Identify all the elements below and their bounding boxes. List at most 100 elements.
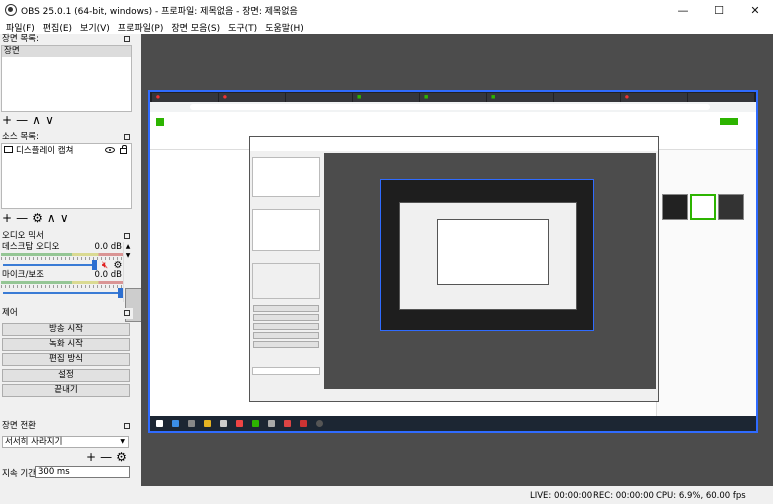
remove-source-button[interactable]: —	[16, 212, 28, 224]
menu-view[interactable]: 보기(V)	[76, 21, 114, 34]
window-title: OBS 25.0.1 (64-bit, windows) - 프로파일: 제목없…	[21, 6, 298, 17]
eye-icon[interactable]	[105, 146, 115, 153]
mixer-channel-desktop: 데스크탑 오디오 0.0 dB	[1, 242, 123, 252]
float-icon[interactable]	[124, 423, 130, 429]
start-recording-button[interactable]: 녹화 시작	[2, 338, 130, 351]
transitions-dock-title: 장면 전환	[0, 421, 133, 432]
close-button[interactable]: ✕	[737, 0, 773, 20]
mixer-scrollbar[interactable]: ▲ ▼	[123, 242, 151, 322]
thumbnail-image	[662, 194, 688, 220]
float-icon[interactable]	[124, 310, 130, 316]
float-icon[interactable]	[124, 134, 130, 140]
move-source-up-button[interactable]: ∧	[47, 212, 56, 224]
captured-sources-list	[252, 209, 320, 251]
source-item[interactable]: 디스플레이 캡쳐	[2, 144, 131, 156]
taskbar-app-icon	[268, 420, 275, 427]
add-source-button[interactable]: +	[2, 212, 12, 224]
start-streaming-button[interactable]: 방송 시작	[2, 323, 130, 336]
browser-tab-strip	[150, 92, 756, 102]
windows-taskbar	[150, 416, 756, 431]
browser-tab	[554, 93, 620, 102]
float-icon[interactable]	[124, 36, 130, 42]
duration-input[interactable]: 300 ms	[35, 466, 130, 478]
scenes-title: 장면 목록:	[2, 34, 39, 44]
transition-selected: 서서히 사라지기	[5, 437, 63, 447]
taskbar-app-icon	[252, 420, 259, 427]
blog-side-panel	[656, 150, 756, 418]
add-transition-button[interactable]: +	[86, 451, 96, 463]
menu-scene-collection[interactable]: 장면 모음(S)	[167, 21, 224, 34]
mixer-title: 오디오 믹서	[2, 231, 44, 241]
browser-tab	[420, 93, 486, 102]
sources-list[interactable]: 디스플레이 캡쳐	[1, 143, 132, 209]
obs-taskbar-icon	[316, 420, 323, 427]
volume-slider[interactable]	[3, 292, 118, 294]
menu-profile[interactable]: 프로파일(P)	[114, 21, 168, 34]
menu-bar: 파일(F) 편집(E) 보기(V) 프로파일(P) 장면 모음(S) 도구(T)…	[0, 20, 773, 34]
settings-button[interactable]: 설정	[2, 369, 130, 382]
captured-obs-window-3	[437, 219, 549, 285]
duration-label: 지속 기간	[2, 469, 36, 479]
rec-status: REC: 00:00:00	[593, 491, 654, 501]
channel-level: 0.0 dB	[94, 270, 122, 280]
captured-button	[253, 323, 319, 330]
captured-button	[253, 341, 319, 348]
scroll-down-arrow-icon[interactable]: ▼	[124, 251, 132, 260]
menu-edit[interactable]: 편집(E)	[39, 21, 76, 34]
captured-preview	[324, 153, 656, 389]
sources-title: 소스 목록:	[2, 132, 39, 142]
scenes-toolbar: + — ∧ ∨	[2, 114, 54, 126]
menu-tools[interactable]: 도구(T)	[224, 21, 261, 34]
move-scene-up-button[interactable]: ∧	[32, 114, 41, 126]
preview-canvas[interactable]	[148, 90, 758, 433]
scroll-up-arrow-icon[interactable]: ▲	[124, 242, 132, 251]
volume-meter	[1, 281, 123, 284]
remove-scene-button[interactable]: —	[16, 114, 28, 126]
captured-obs-window-2	[399, 202, 577, 310]
captured-menu-bar	[250, 145, 658, 151]
move-scene-down-button[interactable]: ∨	[45, 114, 54, 126]
volume-slider-row	[1, 288, 123, 298]
gear-icon[interactable]: ⚙	[113, 260, 123, 271]
sources-dock-title: 소스 목록:	[0, 132, 133, 143]
lock-icon[interactable]	[120, 145, 127, 154]
chevron-down-icon: ▼	[120, 438, 125, 445]
browser-tab	[353, 93, 419, 102]
source-properties-gear-icon[interactable]: ⚙	[32, 212, 43, 224]
exit-button[interactable]: 끝내기	[2, 384, 130, 397]
scenes-dock-title: 장면 목록:	[0, 34, 133, 45]
browser-address-bar	[150, 102, 756, 112]
captured-button	[253, 332, 319, 339]
scenes-list[interactable]: 장면	[1, 45, 132, 112]
transition-properties-gear-icon[interactable]: ⚙	[116, 451, 127, 463]
volume-slider[interactable]	[3, 264, 92, 266]
maximize-button[interactable]: ☐	[701, 0, 737, 20]
add-scene-button[interactable]: +	[2, 114, 12, 126]
minimize-button[interactable]: —	[665, 0, 701, 20]
mixer-channel-mic: 마이크/보조 0.0 dB	[1, 270, 123, 280]
scene-item[interactable]: 장면	[2, 46, 131, 57]
remove-transition-button[interactable]: —	[100, 451, 112, 463]
menu-file[interactable]: 파일(F)	[2, 21, 39, 34]
meter-scale	[1, 257, 123, 260]
captured-transition-select	[252, 367, 320, 375]
menu-help[interactable]: 도움말(H)	[261, 21, 308, 34]
status-bar: LIVE: 00:00:00 REC: 00:00:00 CPU: 6.9%, …	[0, 486, 773, 504]
channel-name: 데스크탑 오디오	[2, 242, 60, 252]
float-icon[interactable]	[124, 233, 130, 239]
blog-logo-icon	[156, 118, 164, 126]
browser-tab	[688, 93, 754, 102]
browser-tab	[487, 93, 553, 102]
channel-name: 마이크/보조	[2, 270, 44, 280]
volume-slider-handle[interactable]	[92, 260, 97, 270]
transition-select[interactable]: 서서히 사라지기 ▼	[2, 436, 129, 448]
thumbnail-image	[718, 194, 744, 220]
studio-mode-button[interactable]: 편집 방식	[2, 353, 130, 366]
explorer-icon	[204, 420, 211, 427]
channel-level: 0.0 dB	[94, 242, 122, 252]
windows-start-icon	[156, 420, 163, 427]
move-source-down-button[interactable]: ∨	[60, 212, 69, 224]
publish-button-image	[720, 118, 738, 125]
speaker-muted-icon[interactable]: 🔇︎	[99, 260, 111, 271]
taskbar-app-icon	[300, 420, 307, 427]
